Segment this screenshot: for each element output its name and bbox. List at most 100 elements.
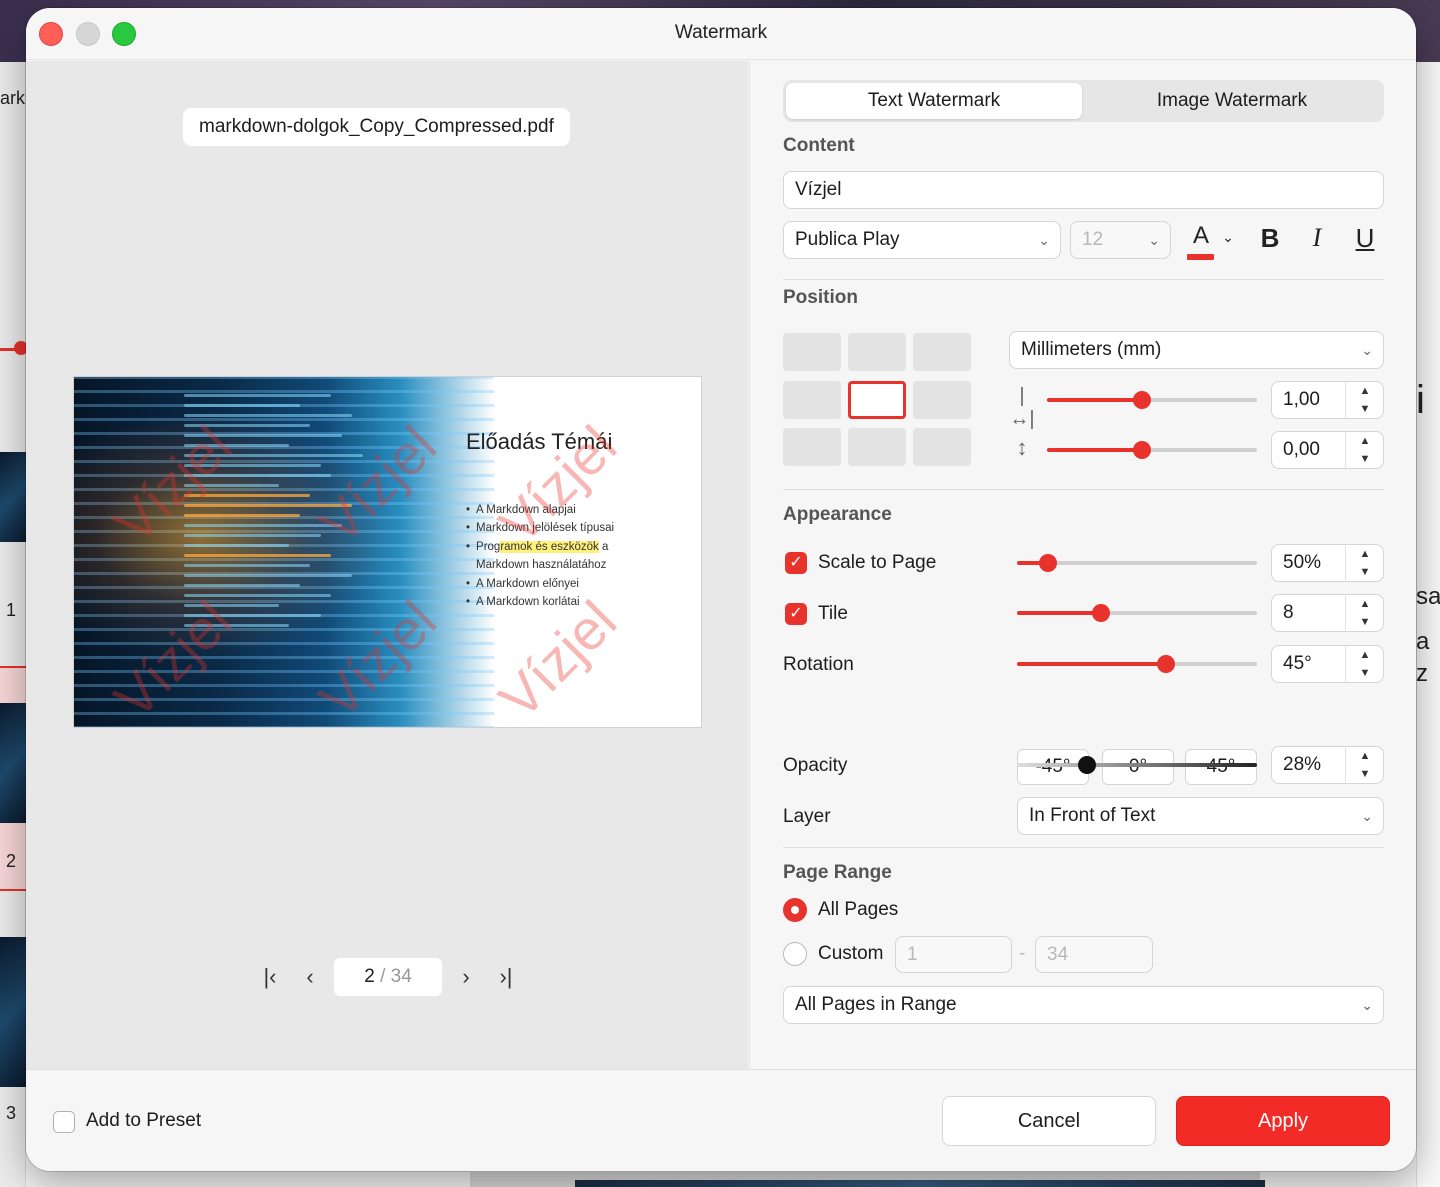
tile-value: 8 <box>1283 602 1294 623</box>
chevron-down-icon: ⌄ <box>1361 342 1373 358</box>
slider-knob[interactable] <box>1156 655 1175 673</box>
chevron-down-icon[interactable]: ⌄ <box>1220 229 1236 246</box>
layer-select[interactable]: In Front of Text ⌄ <box>1017 797 1384 835</box>
position-bottom-center[interactable] <box>848 428 906 466</box>
preview-panel: markdown-dolgok_Copy_Compressed.pdf Előa… <box>26 61 748 1069</box>
rotation-label: Rotation <box>783 654 854 675</box>
horizontal-offset-icon: |↔| <box>1009 385 1035 430</box>
slider-knob[interactable] <box>1077 756 1096 774</box>
chevron-down-icon: ⌄ <box>1148 232 1160 248</box>
decrement-icon[interactable]: ▼ <box>1346 450 1384 468</box>
font-family-value: Publica Play <box>795 229 900 250</box>
vertical-offset-stepper[interactable]: 0,00 ▲ ▼ <box>1271 431 1384 469</box>
background-partial-text: z <box>1416 660 1428 687</box>
text-color-icon[interactable]: A <box>1186 222 1216 252</box>
custom-to-input[interactable]: 34 <box>1035 936 1153 973</box>
background-bottom-image <box>575 1180 1265 1187</box>
slider-knob[interactable] <box>1092 604 1110 622</box>
tab-image-watermark[interactable]: Image Watermark <box>1084 83 1380 119</box>
tile-slider[interactable] <box>1017 603 1257 623</box>
page-subset-select[interactable]: All Pages in Range ⌄ <box>783 986 1384 1024</box>
scale-slider[interactable] <box>1017 553 1257 573</box>
range-dash: - <box>1019 943 1026 964</box>
position-top-left[interactable] <box>783 333 841 371</box>
decrement-icon[interactable]: ▼ <box>1346 613 1384 631</box>
unit-select[interactable]: Millimeters (mm) ⌄ <box>1009 331 1384 369</box>
appearance-section-label: Appearance <box>783 504 892 525</box>
last-page-icon[interactable]: ›| <box>492 962 520 992</box>
cancel-button[interactable]: Cancel <box>942 1096 1156 1146</box>
slider-knob[interactable] <box>1132 391 1151 409</box>
font-size-value: 12 <box>1082 229 1104 250</box>
position-top-right[interactable] <box>913 333 971 371</box>
section-divider <box>783 489 1384 490</box>
dialog-footer: Add to Preset Cancel Apply <box>26 1069 1416 1171</box>
opacity-slider[interactable] <box>1017 755 1257 775</box>
add-to-preset-label: Add to Preset <box>86 1110 202 1131</box>
unit-value: Millimeters (mm) <box>1021 339 1162 360</box>
opacity-stepper[interactable]: 28% ▲ ▼ <box>1271 746 1384 784</box>
font-family-select[interactable]: Publica Play ⌄ <box>783 221 1061 259</box>
increment-icon[interactable]: ▲ <box>1346 545 1384 563</box>
previous-page-icon[interactable]: ‹ <box>296 962 324 992</box>
vertical-offset-slider[interactable] <box>1047 440 1257 460</box>
title-bar: Watermark <box>26 8 1416 60</box>
section-divider <box>783 847 1384 848</box>
background-thumbnail-number: 2 <box>6 851 17 871</box>
watermark-text-input[interactable]: Vízjel <box>783 171 1384 209</box>
page-range-section-label: Page Range <box>783 862 892 883</box>
bold-icon[interactable]: B <box>1255 223 1285 254</box>
all-pages-label: All Pages <box>818 899 899 920</box>
slider-knob[interactable] <box>1039 554 1058 572</box>
next-page-icon[interactable]: › <box>452 962 480 992</box>
increment-icon[interactable]: ▲ <box>1346 382 1384 400</box>
position-middle-left[interactable] <box>783 381 841 419</box>
font-size-select[interactable]: 12 ⌄ <box>1070 221 1171 259</box>
decrement-icon[interactable]: ▼ <box>1346 400 1384 418</box>
position-bottom-right[interactable] <box>913 428 971 466</box>
rotation-stepper[interactable]: 45° ▲ ▼ <box>1271 645 1384 683</box>
increment-icon[interactable]: ▲ <box>1346 595 1384 613</box>
tab-text-watermark[interactable]: Text Watermark <box>786 83 1082 119</box>
background-right-panel <box>1416 62 1440 1187</box>
position-middle-center[interactable] <box>848 381 906 419</box>
settings-panel: Text Watermark Image Watermark Content V… <box>749 61 1416 1069</box>
background-thumbnail-1 <box>0 452 26 542</box>
tile-checkbox[interactable]: ✓ <box>785 603 807 625</box>
italic-icon[interactable]: I <box>1302 223 1332 253</box>
increment-icon[interactable]: ▲ <box>1346 432 1384 450</box>
decrement-icon[interactable]: ▼ <box>1346 563 1384 581</box>
add-to-preset-checkbox[interactable] <box>53 1111 75 1133</box>
custom-range-radio[interactable] <box>783 942 807 966</box>
chevron-down-icon: ⌄ <box>1038 232 1050 248</box>
tile-label: Tile <box>818 603 848 624</box>
page-navigator: |‹ ‹ 2 / 34 › ›| <box>256 958 526 996</box>
decrement-icon[interactable]: ▼ <box>1346 664 1384 682</box>
tile-stepper[interactable]: 8 ▲ ▼ <box>1271 594 1384 632</box>
scale-to-page-checkbox[interactable]: ✓ <box>785 552 807 574</box>
background-thumbnail-number: 3 <box>6 1103 17 1123</box>
position-middle-right[interactable] <box>913 381 971 419</box>
scale-value: 50% <box>1283 552 1322 573</box>
content-section-label: Content <box>783 135 855 156</box>
background-partial-text: a <box>1416 628 1430 655</box>
first-page-icon[interactable]: |‹ <box>256 962 284 992</box>
underline-icon[interactable]: U <box>1350 223 1380 254</box>
horizontal-offset-slider[interactable] <box>1047 390 1257 410</box>
opacity-label: Opacity <box>783 755 848 776</box>
custom-from-input[interactable]: 1 <box>895 936 1012 973</box>
scale-stepper[interactable]: 50% ▲ ▼ <box>1271 544 1384 582</box>
position-top-center[interactable] <box>848 333 906 371</box>
position-bottom-left[interactable] <box>783 428 841 466</box>
horizontal-offset-stepper[interactable]: 1,00 ▲ ▼ <box>1271 381 1384 419</box>
opacity-value: 28% <box>1283 754 1322 775</box>
layer-label: Layer <box>783 806 831 827</box>
increment-icon[interactable]: ▲ <box>1346 646 1384 664</box>
increment-icon[interactable]: ▲ <box>1346 747 1384 765</box>
decrement-icon[interactable]: ▼ <box>1346 765 1384 783</box>
apply-button[interactable]: Apply <box>1176 1096 1390 1146</box>
slider-knob[interactable] <box>1132 441 1151 459</box>
all-pages-radio[interactable] <box>783 898 807 922</box>
rotation-slider[interactable] <box>1017 654 1257 674</box>
page-number-field[interactable]: 2 / 34 <box>334 958 442 996</box>
